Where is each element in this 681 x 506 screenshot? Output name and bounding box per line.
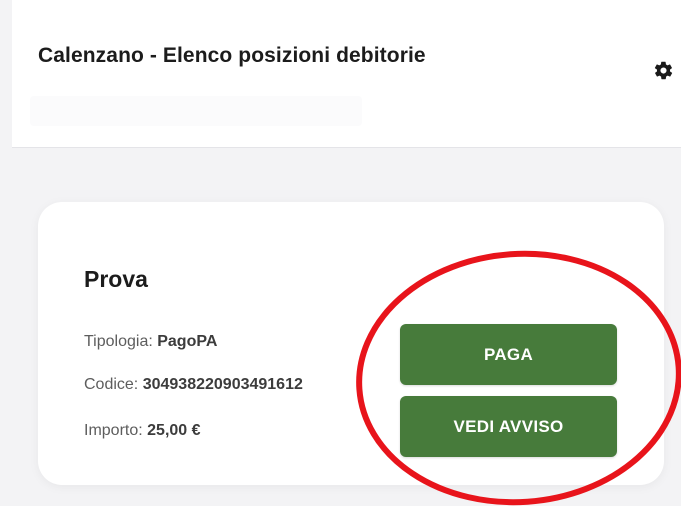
subtitle-placeholder (30, 96, 362, 126)
tipologia-row: Tipologia: PagoPA (84, 333, 217, 351)
importo-value: 25,00 € (147, 422, 201, 439)
settings-button[interactable] (652, 60, 674, 86)
codice-value: 304938220903491612 (142, 376, 303, 393)
page-header: Calenzano - Elenco posizioni debitorie (12, 0, 681, 148)
page-title: Calenzano - Elenco posizioni debitorie (38, 44, 426, 67)
codice-row: Codice: 304938220903491612 (84, 376, 374, 394)
view-notice-button[interactable]: VEDI AVVISO (400, 396, 617, 457)
pay-button[interactable]: PAGA (400, 324, 617, 385)
codice-label: Codice: (84, 376, 143, 393)
debt-position-card: Prova Tipologia: PagoPA Codice: 30493822… (38, 202, 664, 485)
importo-row: Importo: 25,00 € (84, 422, 201, 440)
card-title: Prova (84, 266, 148, 292)
gear-icon (653, 60, 674, 86)
importo-label: Importo: (84, 422, 148, 439)
tipologia-value: PagoPA (157, 333, 218, 350)
tipologia-label: Tipologia: (84, 333, 158, 350)
